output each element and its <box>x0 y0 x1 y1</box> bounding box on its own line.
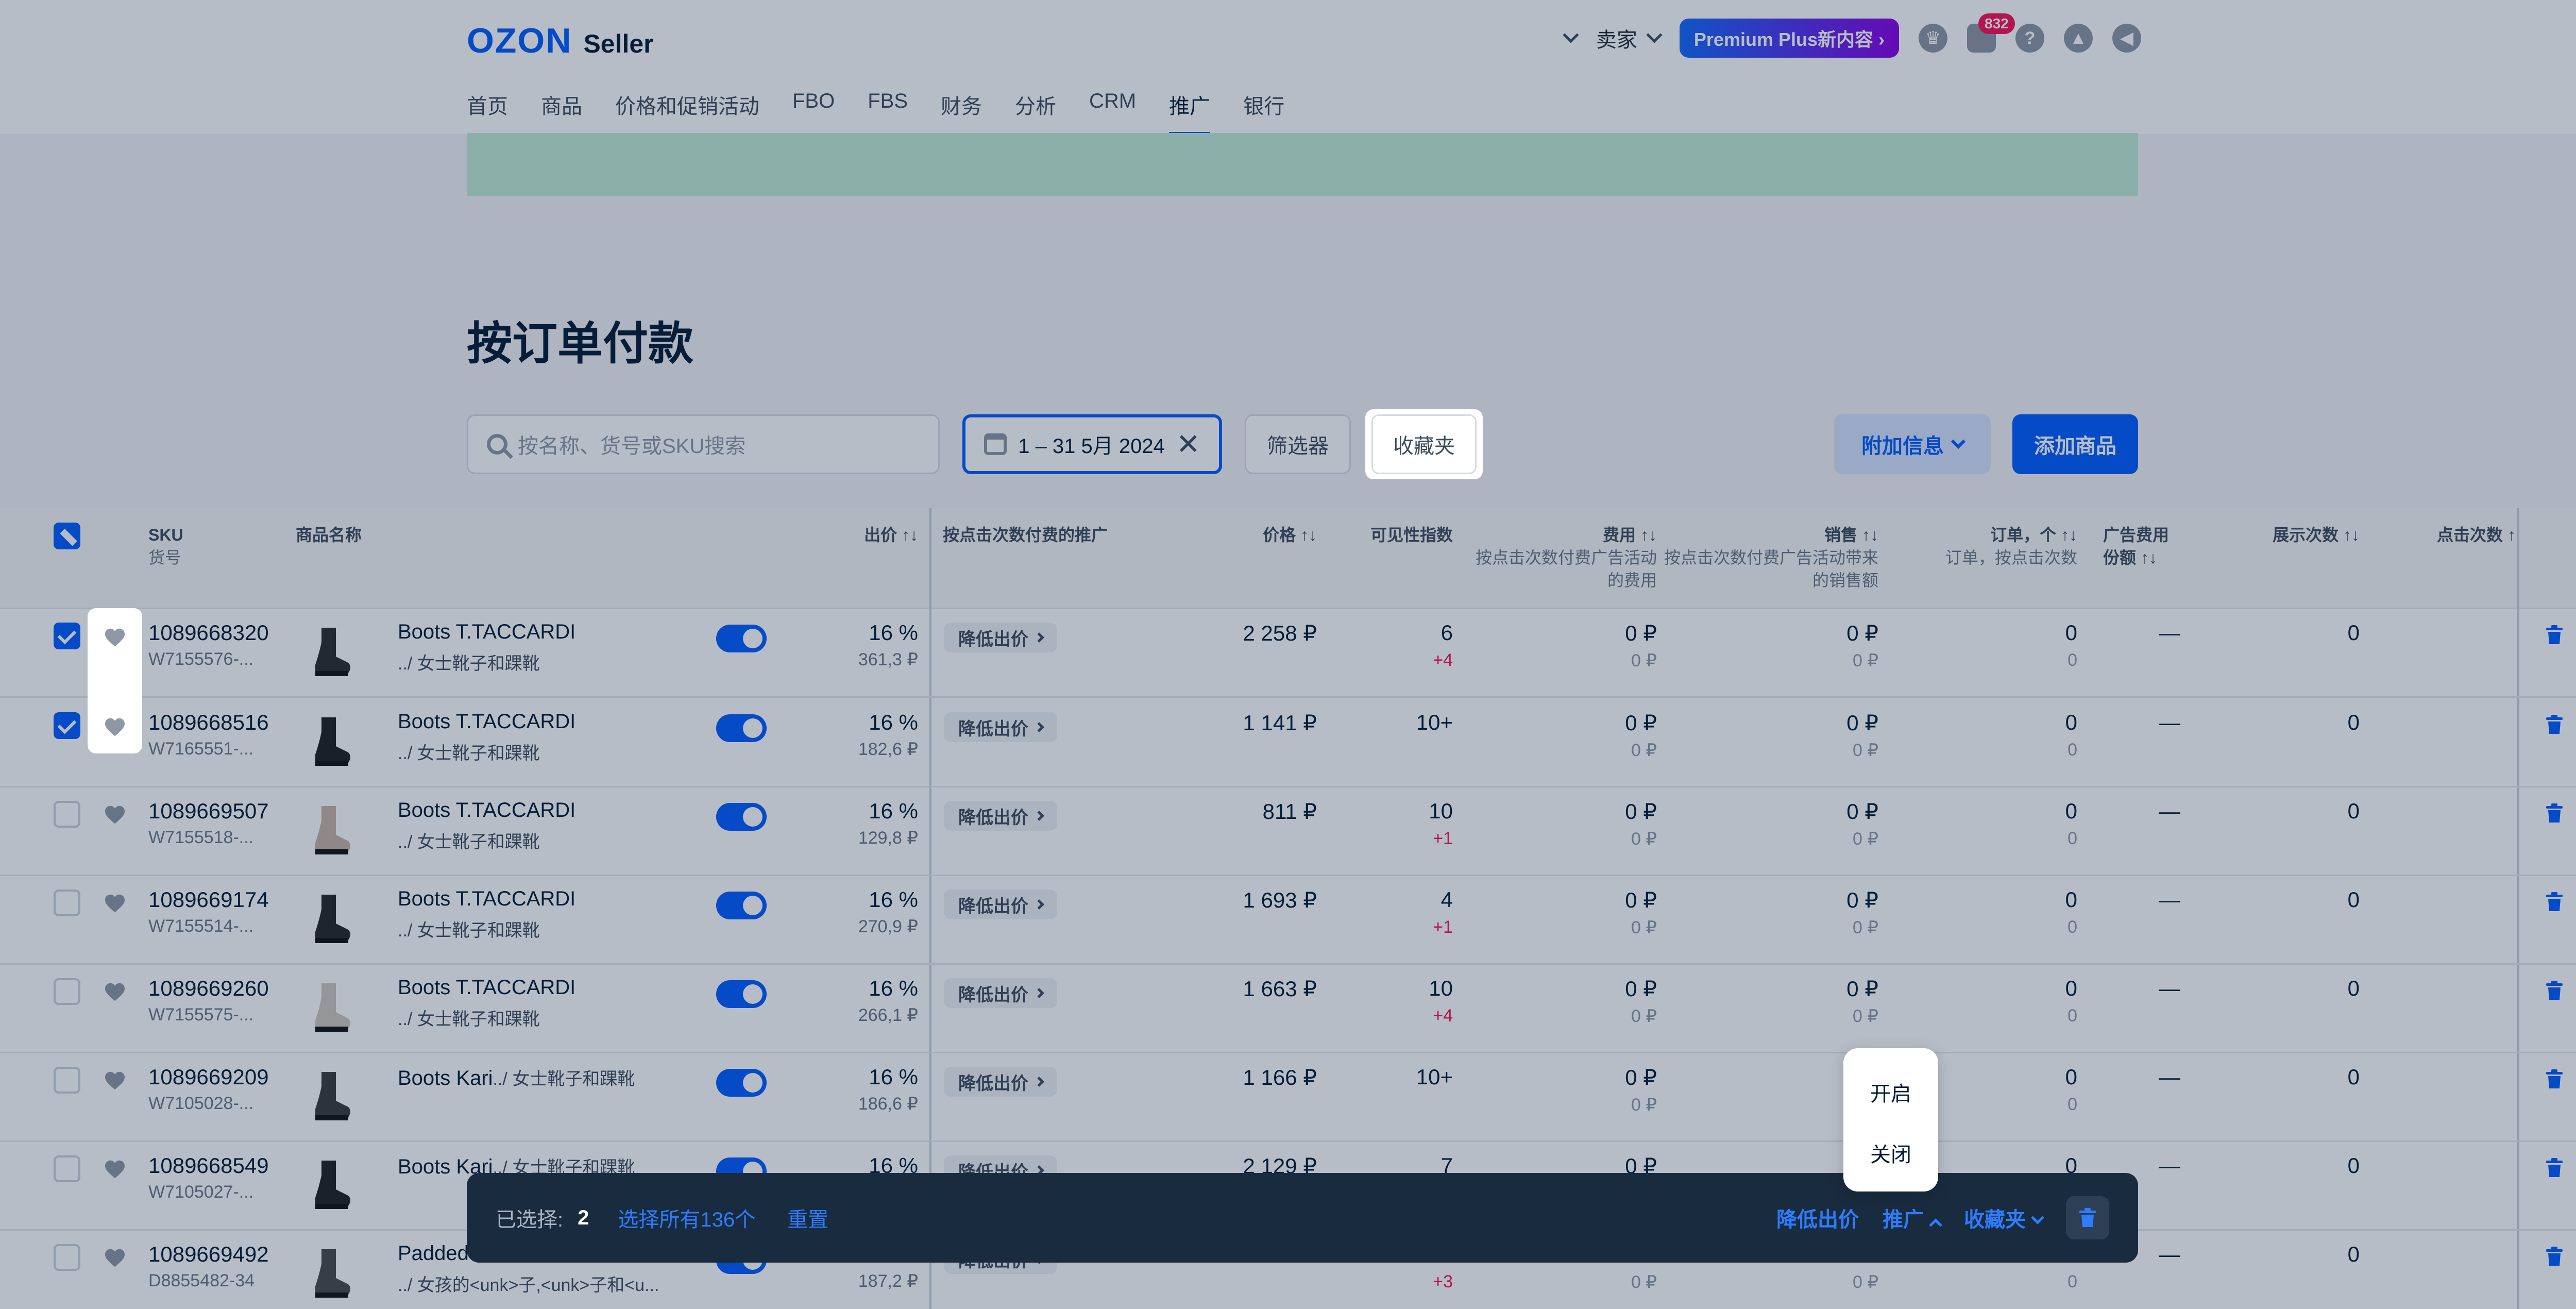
selection-summary: 已选择: 2 选择所有136个 重置 <box>496 1203 828 1233</box>
favorites-button[interactable]: 收藏夹 <box>1371 414 1477 474</box>
bulk-lower-bid-button[interactable]: 降低出价 <box>1776 1203 1859 1233</box>
reset-link[interactable]: 重置 <box>787 1203 828 1233</box>
selected-label: 已选择: <box>496 1209 564 1231</box>
bulk-favorites-button[interactable]: 收藏夹 <box>1964 1203 2044 1233</box>
favorites-button-spotlight: 收藏夹 <box>1365 409 1483 479</box>
bulk-promote-label: 推广 <box>1883 1209 1924 1231</box>
trash-icon <box>2079 1208 2096 1227</box>
select-all-link[interactable]: 选择所有136个 <box>618 1203 755 1233</box>
bulk-promote-button[interactable]: 推广 <box>1883 1203 1942 1233</box>
bulk-delete-button[interactable] <box>2066 1196 2109 1239</box>
promote-dropdown-menu: 开启 关闭 <box>1843 1048 1938 1191</box>
bulk-favorites-label: 收藏夹 <box>1964 1209 2026 1231</box>
chevron-down-icon <box>2031 1211 2044 1224</box>
bulk-actions: 降低出价 推广 收藏夹 <box>1776 1196 2109 1239</box>
heart-icon[interactable] <box>104 717 126 737</box>
promote-disable-option[interactable]: 关闭 <box>1843 1138 1938 1168</box>
onboarding-overlay <box>0 0 2576 1309</box>
selected-count: 2 <box>578 1206 589 1229</box>
favorite-hearts-spotlight <box>88 608 142 753</box>
promote-enable-option[interactable]: 开启 <box>1843 1077 1938 1107</box>
heart-icon[interactable] <box>104 628 126 647</box>
chevron-up-icon <box>1929 1218 1942 1232</box>
